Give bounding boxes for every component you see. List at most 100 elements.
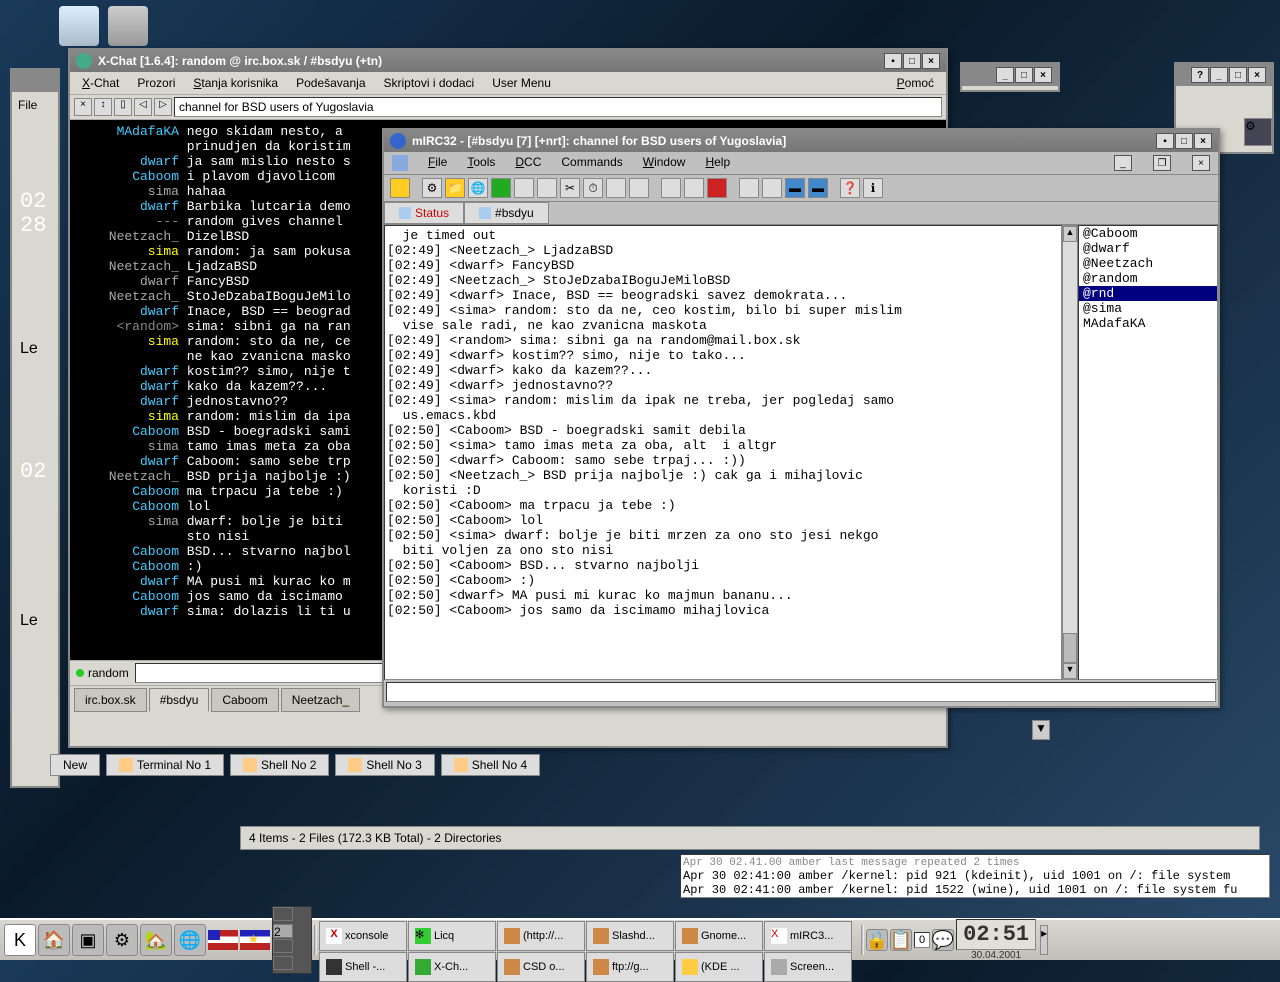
mdi-close-button[interactable]: × [1192,155,1210,171]
maximize-button[interactable]: □ [903,53,921,69]
tb-about-icon[interactable]: ℹ [863,178,883,198]
kcontrol-button[interactable]: ⚙ [106,924,138,956]
menu-dcc[interactable]: DCC [515,155,541,171]
menu-file[interactable]: File [428,155,447,171]
mdi-restore-button[interactable]: ❐ [1153,155,1171,171]
mirc-nicklist[interactable]: @Caboom@dwarf@Neetzach@random@rnd@simaMA… [1078,225,1218,680]
taskbar-task[interactable]: ftp://g... [586,952,674,982]
nicklist-item[interactable]: @Neetzach [1079,256,1217,271]
menu-tools[interactable]: Tools [467,155,495,171]
tb-options-icon[interactable]: ⚙ [422,178,442,198]
tb-log-icon[interactable] [739,178,759,198]
tb-cascade-icon[interactable]: ▬ [808,178,828,198]
toolbar-next[interactable]: ▷ [154,98,172,116]
taskbar-task[interactable]: (http://... [497,921,585,951]
tb-connect-icon[interactable]: ⚡ [390,178,410,198]
tb-folder-icon[interactable]: 📁 [445,178,465,198]
taskbar-task[interactable]: Slashd... [586,921,674,951]
term-tab-1[interactable]: Terminal No 1 [106,754,224,776]
toolbar-expand[interactable]: ↕ [94,98,112,116]
nicklist-item[interactable]: @sima [1079,301,1217,316]
toolbar-close[interactable]: × [74,98,92,116]
panel-hide-button[interactable]: ▸ [1040,925,1048,955]
home-button[interactable]: 🏡 [140,924,172,956]
close-button[interactable]: × [1194,133,1212,149]
tab-status[interactable]: Status [384,202,464,224]
tb-chat-icon[interactable] [684,178,704,198]
minimize-button[interactable]: _ [996,67,1014,83]
taskbar-task[interactable]: Screen... [764,952,852,982]
desktop-icon-trash[interactable] [104,6,152,48]
taskbar-task[interactable]: (KDE ... [675,952,763,982]
help-button[interactable]: ? [1191,67,1209,83]
menu-commands[interactable]: Commands [561,155,622,171]
tb-get-icon[interactable] [707,178,727,198]
tb-colors-icon[interactable] [606,178,626,198]
taskbar-task[interactable]: ✻Licq [408,921,496,951]
scroll-down-icon[interactable]: ▼ [1063,663,1077,679]
tb-btn[interactable] [514,178,534,198]
channel-tab[interactable]: Caboom [211,688,278,712]
nicklist-item[interactable]: @dwarf [1079,241,1217,256]
desktop-button[interactable]: 🏠 [38,924,70,956]
scroll-up-icon[interactable]: ▲ [1063,226,1077,242]
tb-chanlist-icon[interactable] [491,178,511,198]
channel-tab[interactable]: irc.box.sk [74,688,147,712]
channel-tab[interactable]: #bsdyu [149,688,210,712]
konqueror-button[interactable]: 🌐 [174,924,206,956]
menu-stanja[interactable]: Stanja korisnika [193,76,278,90]
channel-tab[interactable]: Neetzach_ [281,688,360,712]
taskbar-task[interactable]: Shell -... [319,952,407,982]
menu-window[interactable]: Window [643,155,686,171]
minimize-button[interactable]: _ [1210,67,1228,83]
toolbar-btn[interactable]: ▯ [114,98,132,116]
flag-us-icon[interactable] [208,930,238,950]
minimize-button[interactable]: ▪ [1156,133,1174,149]
menu-skriptovi[interactable]: Skriptovi i dodaci [384,76,475,90]
mirc-message-input[interactable] [386,682,1216,702]
maximize-button[interactable]: □ [1175,133,1193,149]
scroll-thumb[interactable] [1063,633,1077,663]
menu-xchat[interactable]: X-Chat [82,76,119,90]
kmenu-button[interactable]: K [4,924,36,956]
menu-podesavanja[interactable]: Podešavanja [296,76,365,90]
scroll-down-icon[interactable]: ▼ [1032,720,1050,740]
tray-lock-icon[interactable]: 🔒 [866,929,888,951]
tb-help-icon[interactable]: ❓ [840,178,860,198]
close-button[interactable]: × [1034,67,1052,83]
taskbar-task[interactable]: X-Ch... [408,952,496,982]
tb-globe-icon[interactable]: 🌐 [468,178,488,198]
mirc-titlebar[interactable]: mIRC32 - [#bsdyu [7] [+nrt]: channel for… [384,130,1218,152]
taskbar-task[interactable]: Xxconsole [319,921,407,951]
close-button[interactable]: × [1248,67,1266,83]
xchat-titlebar[interactable]: X-Chat [1.6.4]: random @ irc.box.sk / #b… [70,50,946,72]
term-tab-3[interactable]: Shell No 3 [335,754,434,776]
taskbar-task[interactable]: CSD o... [497,952,585,982]
menu-user[interactable]: User Menu [492,76,551,90]
mirc-scrollbar[interactable]: ▲ ▼ [1062,225,1078,680]
tab-bsdyu[interactable]: #bsdyu [464,202,549,224]
desktop-icon-home[interactable] [55,6,103,48]
maximize-button[interactable]: □ [1015,67,1033,83]
term-tab-4[interactable]: Shell No 4 [441,754,540,776]
tb-timer-icon[interactable]: ⏱ [583,178,603,198]
maximize-button[interactable]: □ [1229,67,1247,83]
menu-help[interactable]: Help [705,155,730,171]
gear-icon[interactable]: ⚙ [1244,118,1272,146]
term-tab-2[interactable]: Shell No 2 [230,754,329,776]
taskbar-task[interactable]: Gnome... [675,921,763,951]
topic-input[interactable] [174,97,942,117]
close-button[interactable]: × [922,53,940,69]
menu-pomoc[interactable]: Pomoć [897,76,934,90]
tray-klipper-icon[interactable]: 📋 [890,929,912,951]
nicklist-item[interactable]: @random [1079,271,1217,286]
taskbar-task[interactable]: XmIRC3... [764,921,852,951]
tb-send-icon[interactable] [661,178,681,198]
tb-url-icon[interactable] [762,178,782,198]
nicklist-item[interactable]: @rnd [1079,286,1217,301]
flag-yu-icon[interactable] [240,930,270,950]
nicklist-item[interactable]: MAdafaKA [1079,316,1217,331]
toolbar-prev[interactable]: ◁ [134,98,152,116]
mdi-minimize-button[interactable]: _ [1114,155,1132,171]
pager[interactable]: 2 [272,906,312,974]
